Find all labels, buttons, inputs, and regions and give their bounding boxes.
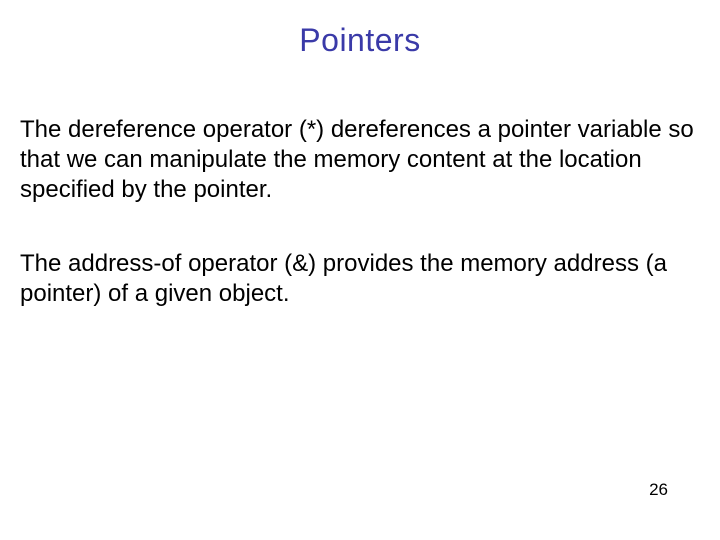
slide-title: Pointers xyxy=(20,22,700,59)
page-number: 26 xyxy=(649,480,668,500)
slide-container: Pointers The dereference operator (*) de… xyxy=(0,0,720,540)
paragraph-addressof: The address-of operator (&) provides the… xyxy=(20,249,700,309)
paragraph-dereference: The dereference operator (*) dereference… xyxy=(20,115,700,205)
